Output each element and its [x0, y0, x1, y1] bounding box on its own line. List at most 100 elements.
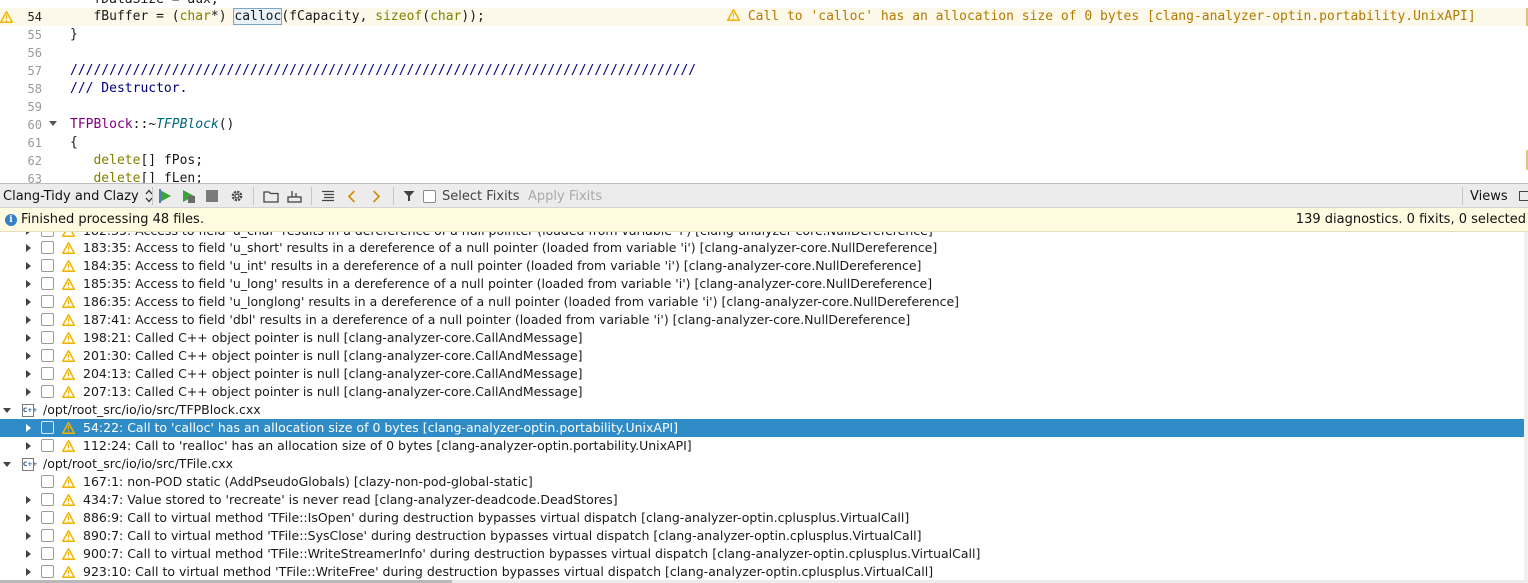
fixit-checkbox[interactable]: [41, 529, 54, 542]
diagnostic-text: 186:35: Access to field 'u_longlong' res…: [83, 294, 960, 309]
code-line[interactable]: 62 delete[] fPos;: [0, 152, 1528, 170]
diagnostic-row[interactable]: 183:35: Access to field 'u_short' result…: [0, 239, 1524, 257]
fixit-checkbox[interactable]: [41, 565, 54, 578]
analyze-project-button[interactable]: [182, 184, 196, 208]
fixit-checkbox[interactable]: [41, 475, 54, 488]
fixit-checkbox[interactable]: [41, 439, 54, 452]
filter-icon: [403, 191, 415, 201]
diagnostic-text: 900:7: Call to virtual method 'TFile::Wr…: [83, 546, 981, 561]
collapse-arrow-icon[interactable]: [3, 462, 11, 467]
list-icon: [322, 190, 334, 202]
code-line[interactable]: 57 /////////////////////////////////////…: [0, 62, 1528, 80]
expand-arrow-icon[interactable]: [26, 298, 31, 306]
fixit-checkbox[interactable]: [41, 511, 54, 524]
code-line[interactable]: 58 /// Destructor.: [0, 80, 1528, 98]
expand-arrow-icon[interactable]: [26, 280, 31, 288]
fixit-checkbox[interactable]: [41, 493, 54, 506]
fixit-checkbox[interactable]: [41, 241, 54, 254]
open-files-button[interactable]: [263, 184, 279, 208]
expand-arrow-icon[interactable]: [26, 442, 31, 450]
diagnostic-row[interactable]: 923:10: Call to virtual method 'TFile::W…: [0, 563, 1524, 581]
filter-button[interactable]: [403, 184, 415, 208]
stop-button[interactable]: [206, 184, 218, 208]
expand-arrow-icon[interactable]: [26, 388, 31, 396]
expand-arrow-icon[interactable]: [26, 496, 31, 504]
expand-arrow-icon[interactable]: [26, 532, 31, 540]
diagnostic-row[interactable]: 207:13: Called C++ object pointer is nul…: [0, 383, 1524, 401]
diagnostic-row[interactable]: 886:9: Call to virtual method 'TFile::Is…: [0, 509, 1524, 527]
expand-arrow-icon[interactable]: [26, 568, 31, 576]
fixit-checkbox[interactable]: [41, 547, 54, 560]
diagnostic-text: 207:13: Called C++ object pointer is nul…: [83, 384, 583, 399]
diagnostics-tree[interactable]: 182:35: Access to field 'u_char' results…: [0, 232, 1528, 583]
apply-fixits-button[interactable]: Apply Fixits: [528, 184, 602, 208]
diagnostic-row[interactable]: 186:35: Access to field 'u_longlong' res…: [0, 293, 1524, 311]
expand-arrow-icon[interactable]: [26, 232, 31, 235]
settings-button[interactable]: [230, 184, 244, 208]
diagnostic-row[interactable]: 198:21: Called C++ object pointer is nul…: [0, 329, 1524, 347]
inline-diagnostic[interactable]: Call to 'calloc' has an allocation size …: [726, 8, 1476, 26]
diagnostic-text: 167:1: non-POD static (AddPseudoGlobals)…: [83, 474, 533, 489]
collapse-arrow-icon[interactable]: [3, 408, 11, 413]
code-line[interactable]: 56: [0, 44, 1528, 62]
code-line[interactable]: 60 TFPBlock::~TFPBlock(): [0, 116, 1528, 134]
diagnostic-row[interactable]: 187:41: Access to field 'dbl' results in…: [0, 311, 1524, 329]
expand-arrow-icon[interactable]: [26, 334, 31, 342]
tool-select[interactable]: Clang-Tidy and Clazy: [3, 184, 153, 208]
next-diagnostic-button[interactable]: [371, 184, 381, 208]
fixit-checkbox[interactable]: [41, 313, 54, 326]
expand-arrow-icon[interactable]: [26, 244, 31, 252]
diagnostic-row[interactable]: 201:30: Called C++ object pointer is nul…: [0, 347, 1524, 365]
fixit-checkbox[interactable]: [41, 331, 54, 344]
code-line[interactable]: 55 }: [0, 26, 1528, 44]
file-row[interactable]: C++ /opt/root_src/io/io/src/TFile.cxx: [0, 455, 1524, 473]
vertical-scrollbar[interactable]: [1524, 232, 1528, 583]
diagnostic-row[interactable]: 204:13: Called C++ object pointer is nul…: [0, 365, 1524, 383]
fixit-checkbox[interactable]: [41, 259, 54, 272]
diagnostic-row[interactable]: 184:35: Access to field 'u_int' results …: [0, 257, 1524, 275]
line-number: 57: [27, 64, 42, 78]
diagnostic-row[interactable]: 185:35: Access to field 'u_long' results…: [0, 275, 1524, 293]
file-row[interactable]: C++ /opt/root_src/io/io/src/TFPBlock.cxx: [0, 401, 1524, 419]
code-line[interactable]: 63 delete[] fLen;: [0, 170, 1528, 183]
chevron-right-icon: [372, 189, 381, 203]
previous-diagnostic-button[interactable]: [347, 184, 357, 208]
code-line-current[interactable]: 54 fBuffer = (char*) calloc(fCapacity, s…: [0, 8, 1528, 26]
fixit-checkbox[interactable]: [41, 232, 54, 237]
code-editor[interactable]: fDataSize = aux; 54 fBuffer = (char*) ca…: [0, 0, 1528, 183]
fixit-checkbox[interactable]: [41, 367, 54, 380]
expand-arrow-icon[interactable]: [26, 352, 31, 360]
fold-toggle-icon[interactable]: [49, 121, 57, 126]
expand-arrow-icon[interactable]: [26, 424, 31, 432]
diagnostic-row[interactable]: 112:24: Call to 'realloc' has an allocat…: [0, 437, 1524, 455]
checkbox[interactable]: [423, 189, 436, 203]
panel-options-button[interactable]: [1519, 184, 1528, 208]
run-project-icon: [183, 190, 195, 203]
expand-collapse-button[interactable]: [321, 184, 335, 208]
diagnostic-text: 54:22: Call to 'calloc' has an allocatio…: [83, 420, 679, 435]
select-fixits-checkbox[interactable]: [423, 184, 436, 208]
expand-arrow-icon[interactable]: [26, 370, 31, 378]
expand-arrow-icon[interactable]: [26, 316, 31, 324]
fixit-checkbox[interactable]: [41, 295, 54, 308]
clear-button[interactable]: [287, 184, 302, 208]
code-line[interactable]: 59: [0, 98, 1528, 116]
diagnostic-row[interactable]: 54:22: Call to 'calloc' has an allocatio…: [0, 419, 1524, 437]
expand-arrow-icon[interactable]: [26, 262, 31, 270]
diagnostic-text: 201:30: Called C++ object pointer is nul…: [83, 348, 583, 363]
expand-arrow-icon[interactable]: [26, 514, 31, 522]
expand-arrow-icon[interactable]: [26, 550, 31, 558]
fixit-checkbox[interactable]: [41, 277, 54, 290]
fixit-checkbox[interactable]: [41, 349, 54, 362]
diagnostic-row[interactable]: 900:7: Call to virtual method 'TFile::Wr…: [0, 545, 1524, 563]
fixit-checkbox[interactable]: [41, 421, 54, 434]
diagnostic-row[interactable]: 890:7: Call to virtual method 'TFile::Sy…: [0, 527, 1524, 545]
code-line[interactable]: 61 {: [0, 134, 1528, 152]
analyze-file-button[interactable]: [159, 184, 173, 208]
diagnostic-row[interactable]: 434:7: Value stored to 'recreate' is nev…: [0, 491, 1524, 509]
views-button[interactable]: Views: [1470, 184, 1508, 208]
calloc-highlight: calloc: [233, 8, 283, 25]
diagnostic-row[interactable]: 167:1: non-POD static (AddPseudoGlobals)…: [0, 473, 1524, 491]
fixit-checkbox[interactable]: [41, 385, 54, 398]
folder-icon: [263, 190, 279, 203]
